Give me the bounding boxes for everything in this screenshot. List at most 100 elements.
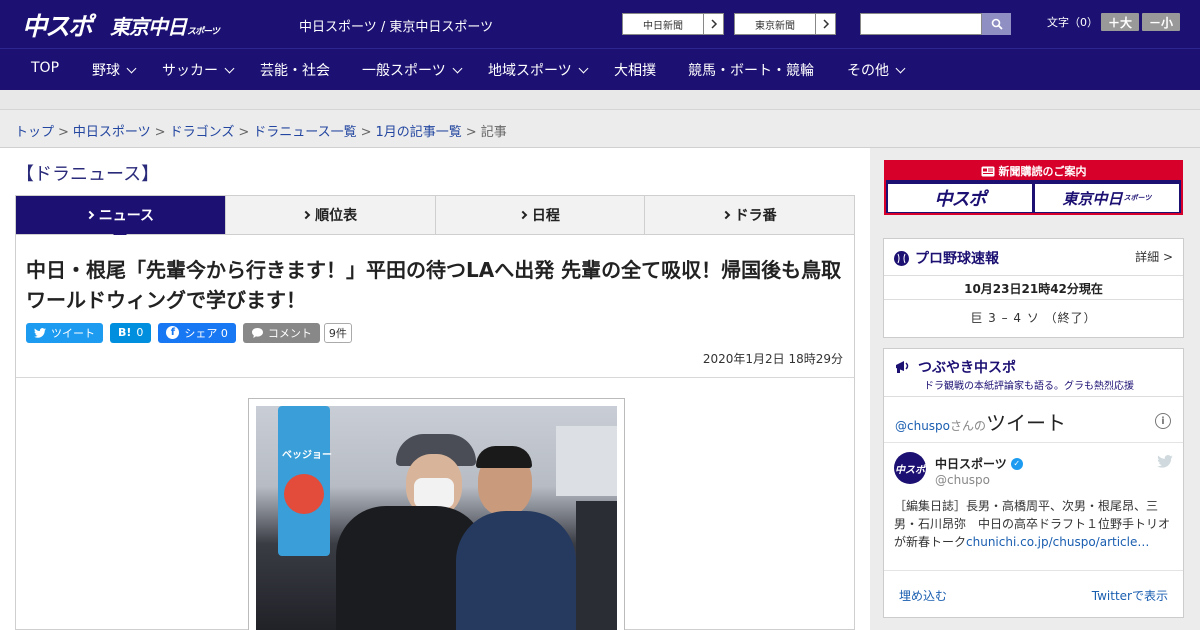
- nav-label: その他: [847, 63, 889, 79]
- article-divider: [16, 377, 854, 378]
- divider: [884, 570, 1183, 571]
- comment-button[interactable]: コメント: [242, 322, 320, 343]
- breadcrumb-separator: >: [238, 125, 250, 140]
- tab-schedule[interactable]: 日程: [435, 196, 646, 234]
- breadcrumb-separator: >: [465, 125, 477, 140]
- tweet-author-name[interactable]: 中日スポーツ ✓: [935, 455, 1023, 472]
- twitter-handle-suffix: さんの: [950, 419, 987, 433]
- hatena-bookmark-button[interactable]: B! 0: [110, 322, 152, 343]
- breadcrumb-dora-news-list[interactable]: ドラニュース一覧: [253, 125, 356, 140]
- comment-count[interactable]: 9件: [323, 322, 352, 343]
- tab-news[interactable]: ニュース: [16, 196, 226, 241]
- baseball-scores-widget: プロ野球速報 詳細 > 10月23日21時42分現在 巨 3 – 4 ソ （終了…: [883, 238, 1184, 338]
- nav-label: 大相撲: [614, 63, 656, 79]
- chevron-right-icon: [301, 210, 311, 220]
- nav-general-sports[interactable]: 一般スポーツ: [362, 60, 463, 80]
- breadcrumb-separator: >: [154, 125, 166, 140]
- article-headline: 中日・根尾「先輩今から行きます！」平田の待つLAへ出発 先輩の全て吸収！帰国後も…: [26, 258, 842, 312]
- chunichi-shimbun-link[interactable]: 中日新聞: [622, 13, 724, 35]
- info-icon[interactable]: i: [1155, 413, 1171, 429]
- photo-hair-right: [476, 446, 532, 468]
- megaphone-icon: [896, 361, 909, 373]
- nav-other[interactable]: その他: [847, 60, 906, 80]
- chevron-down-icon: [895, 63, 906, 73]
- chevron-down-icon: [126, 63, 137, 73]
- nav-racing[interactable]: 競馬・ボート・競輪: [688, 60, 814, 80]
- facebook-icon: f: [166, 326, 180, 339]
- article-photo-frame[interactable]: ベッジョー: [248, 398, 625, 630]
- nav-label: サッカー: [162, 63, 218, 79]
- facebook-share-button[interactable]: f シェア 0: [158, 322, 236, 343]
- section-tabs: ニュース 順位表 日程 ドラ番: [15, 195, 855, 241]
- subscription-logo-tokyo[interactable]: 東京中日 スポーツ: [1035, 184, 1179, 212]
- hatena-icon: B!: [118, 326, 132, 339]
- baseball-game-score[interactable]: 巨 3 – 4 ソ （終了）: [884, 309, 1183, 326]
- breadcrumb-top[interactable]: トップ: [15, 125, 54, 140]
- search-input[interactable]: [860, 13, 982, 35]
- divider: [884, 442, 1183, 443]
- header-band: [0, 90, 1200, 110]
- twitter-handle-link[interactable]: @chuspo: [895, 419, 950, 433]
- tab-label: ドラ番: [734, 208, 777, 224]
- tweet-button[interactable]: ツイート: [26, 322, 103, 343]
- tokyo-shimbun-label: 東京新聞: [755, 20, 795, 32]
- nav-label: 競馬・ボート・競輪: [688, 63, 814, 79]
- nav-baseball[interactable]: 野球: [92, 60, 137, 80]
- breadcrumb-january-list[interactable]: 1月の記事一覧: [376, 125, 462, 140]
- divider: [884, 299, 1183, 300]
- chevron-right-icon: [85, 210, 94, 220]
- tokyo-shimbun-link[interactable]: 東京新聞: [734, 13, 836, 35]
- photo-banner: ベッジョー: [278, 406, 332, 556]
- subscription-title-bar: 新聞購読のご案内: [886, 162, 1181, 180]
- font-bigger-button[interactable]: ＋大: [1101, 13, 1139, 31]
- nav-top[interactable]: TOP: [31, 60, 59, 76]
- twitter-timeline-header: @chuspoさんのツイート: [895, 407, 1066, 436]
- font-smaller-button[interactable]: －小: [1142, 13, 1180, 31]
- tweet-link[interactable]: chunichi.co.jp/chuspo/article…: [966, 535, 1149, 549]
- tab-label: 日程: [531, 208, 560, 224]
- photo-octopus-shape: [284, 474, 324, 514]
- twitter-view-link[interactable]: Twitterで表示: [1092, 587, 1168, 604]
- twitter-widget-subtitle: ドラ観戦の本紙評論家も語る。グラも熱烈応援: [924, 381, 1134, 392]
- nav-sumo[interactable]: 大相撲: [614, 60, 656, 80]
- breadcrumb-chunichi-sports[interactable]: 中日スポーツ: [73, 125, 151, 140]
- photo-background-person: [576, 501, 617, 630]
- baseball-detail-link[interactable]: 詳細 >: [1135, 248, 1173, 265]
- nav-label: 地域スポーツ: [488, 63, 572, 79]
- breadcrumb-current: 記事: [480, 125, 507, 140]
- nav-local-sports[interactable]: 地域スポーツ: [488, 60, 589, 80]
- chevron-down-icon: [452, 63, 463, 73]
- search-button[interactable]: [982, 13, 1011, 35]
- breadcrumb-separator: >: [360, 125, 372, 140]
- article-date: 2020年1月2日 18時29分: [702, 352, 843, 366]
- breadcrumb-dragons[interactable]: ドラゴンズ: [170, 125, 235, 140]
- chevron-right-icon: [815, 14, 835, 34]
- subscription-logo-chuspo[interactable]: 中スポ: [888, 184, 1032, 212]
- photo-mask: [414, 478, 454, 508]
- share-buttons: ツイート B! 0 f シェア 0 コメント 9件: [26, 322, 352, 343]
- baseball-updated-time: 10月23日21時42分現在: [964, 282, 1103, 296]
- chevron-down-icon: [224, 63, 235, 73]
- site-names[interactable]: 中日スポーツ / 東京中日スポーツ: [299, 16, 493, 35]
- site-header: 中スポ 東京中日スポーツ 中日スポーツ / 東京中日スポーツ 中日新聞 東京新聞…: [0, 0, 1200, 48]
- section-title: 【ドラニュース】: [16, 164, 160, 185]
- baseball-icon: [894, 250, 909, 266]
- twitter-bird-icon[interactable]: [1157, 455, 1173, 468]
- tab-standings[interactable]: 順位表: [225, 196, 436, 234]
- twitter-embed-link[interactable]: 埋め込む: [899, 587, 947, 604]
- chevron-right-icon: [721, 210, 730, 220]
- hatena-count: 0: [136, 326, 144, 339]
- tab-dora-ban[interactable]: ドラ番: [645, 196, 854, 234]
- avatar[interactable]: 中スポ: [894, 452, 926, 484]
- tweet-author-handle[interactable]: @chuspo: [935, 473, 990, 487]
- subscription-banner[interactable]: 新聞購読のご案内 中スポ 東京中日 スポーツ: [884, 160, 1183, 215]
- tokyo-chunichi-logo[interactable]: 東京中日スポーツ: [110, 11, 220, 40]
- main-nav: TOP 野球 サッカー 芸能・社会 一般スポーツ 地域スポーツ 大相撲 競馬・ボ…: [0, 48, 1200, 90]
- subscription-logo-tokyo-sub: スポーツ: [1123, 194, 1152, 202]
- nav-soccer[interactable]: サッカー: [162, 60, 235, 80]
- article-photo: ベッジョー: [256, 406, 617, 630]
- nav-entertainment[interactable]: 芸能・社会: [260, 60, 330, 80]
- tokyo-logo-main: 東京中日: [110, 15, 187, 39]
- photo-banner-text: ベッジョー: [282, 450, 332, 461]
- chuspo-logo[interactable]: 中スポ: [22, 7, 93, 43]
